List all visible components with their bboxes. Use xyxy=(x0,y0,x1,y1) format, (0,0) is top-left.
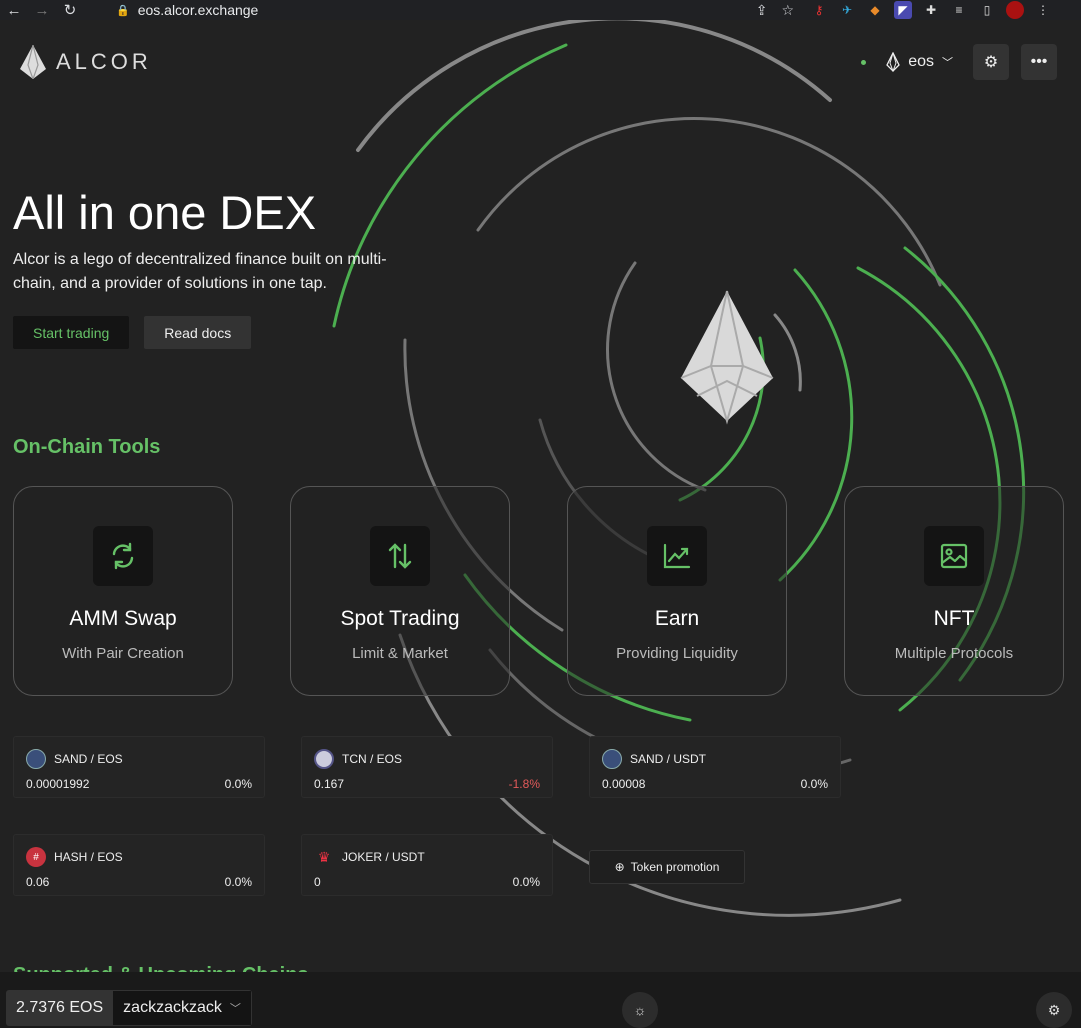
chevron-down-icon: ﹀ xyxy=(942,57,953,69)
token-promotion-label: Token promotion xyxy=(630,860,720,874)
forward-button[interactable]: → xyxy=(28,2,56,19)
account-selector[interactable]: zackzackzack ﹀ xyxy=(113,991,251,1025)
theme-toggle-button[interactable]: ☼ xyxy=(622,992,658,1028)
pair-name: JOKER / USDT xyxy=(342,850,425,864)
pair-price: 0 xyxy=(314,875,321,889)
token-promotion-button[interactable]: ⊕ Token promotion xyxy=(589,850,745,884)
logo-text: ALCOR xyxy=(56,49,152,74)
footer-settings-button[interactable]: ⚙ xyxy=(1036,992,1072,1028)
tool-card-amm-swap[interactable]: AMM Swap With Pair Creation xyxy=(13,486,233,696)
read-docs-button[interactable]: Read docs xyxy=(144,316,252,349)
tool-card-spot-trading[interactable]: Spot Trading Limit & Market xyxy=(290,486,510,696)
swap-icon xyxy=(93,526,153,586)
extensions: ⚷ ✈ ◆ ◤ ✚ ≡ ▯ ⋮ xyxy=(810,0,1052,20)
browser-toolbar: ← → ↻ 🔒 eos.alcor.exchange ⇪ ☆ ⚷ ✈ ◆ ◤ ✚… xyxy=(0,0,1081,20)
tool-card-earn[interactable]: Earn Providing Liquidity xyxy=(567,486,787,696)
more-button[interactable]: ••• xyxy=(1021,44,1057,80)
url-text: eos.alcor.exchange xyxy=(137,2,259,18)
pair-card-tcn-eos[interactable]: TCN / EOS 0.167 -1.8% xyxy=(301,736,553,798)
hero-title: All in one DEX xyxy=(13,186,317,239)
gear-icon: ⚙ xyxy=(1047,1001,1061,1018)
page: ALCOR eos ﹀ ⚙ ••• All in one DEX Alcor i… xyxy=(0,20,1081,1028)
pair-name: HASH / EOS xyxy=(54,850,123,864)
wallet-balance: 2.7376 EOS xyxy=(16,999,104,1016)
connection-status-dot xyxy=(861,59,867,65)
settings-button[interactable]: ⚙ xyxy=(973,44,1009,80)
extension-anchor-icon[interactable]: ◤ xyxy=(894,1,912,19)
hero-actions: Start trading Read docs xyxy=(13,316,252,349)
gear-icon: ⚙ xyxy=(983,54,999,71)
more-dots-icon: ••• xyxy=(1030,53,1048,70)
pair-change: 0.0% xyxy=(224,777,252,791)
tool-card-nft[interactable]: NFT Multiple Protocols xyxy=(844,486,1064,696)
side-panel-icon[interactable]: ▯ xyxy=(978,1,996,19)
arrows-updown-icon xyxy=(370,526,430,586)
pair-price: 0.00001992 xyxy=(26,777,90,791)
chevron-down-icon: ﹀ xyxy=(229,1003,241,1015)
tcn-token-icon xyxy=(314,749,334,769)
pair-change: -1.8% xyxy=(508,777,540,791)
hash-token-icon: # xyxy=(26,847,46,867)
tool-name: Spot Trading xyxy=(340,607,460,630)
tools-list: AMM Swap With Pair Creation Spot Trading… xyxy=(13,486,1064,696)
reload-button[interactable]: ↻ xyxy=(56,1,84,19)
tool-name: AMM Swap xyxy=(69,607,177,630)
lock-icon: 🔒 xyxy=(116,4,130,17)
pair-name: TCN / EOS xyxy=(342,752,403,766)
pair-card-sand-usdt[interactable]: SAND / USDT 0.00008 0.0% xyxy=(589,736,841,798)
pair-card-hash-eos[interactable]: # HASH / EOS 0.06 0.0% xyxy=(13,834,265,896)
start-trading-button[interactable]: Start trading xyxy=(13,316,130,349)
eos-icon xyxy=(886,52,900,72)
tool-name: NFT xyxy=(933,607,975,630)
alcor-logo[interactable]: ALCOR xyxy=(20,45,152,79)
on-chain-tools-title: On-Chain Tools xyxy=(13,436,161,458)
tool-desc: Multiple Protocols xyxy=(894,645,1014,662)
bookmark-star-icon[interactable]: ☆ xyxy=(781,2,794,19)
pair-name: SAND / USDT xyxy=(630,752,707,766)
chart-up-icon xyxy=(647,526,707,586)
pair-card-sand-eos[interactable]: SAND / EOS 0.00001992 0.0% xyxy=(13,736,265,798)
alcor-logo-icon xyxy=(20,45,46,79)
pair-price: 0.00008 xyxy=(602,777,646,791)
account-name: zackzackzack xyxy=(123,999,222,1016)
pair-change: 0.0% xyxy=(800,777,828,791)
browser-menu-icon[interactable]: ⋮ xyxy=(1034,1,1052,19)
sand-token-icon xyxy=(26,749,46,769)
hero-subtitle: Alcor is a lego of decentralized finance… xyxy=(13,251,387,292)
footer-bar: 2.7376 EOS zackzackzack ﹀ ☼ ⚙ xyxy=(0,972,1081,1028)
extension-key-icon[interactable]: ⚷ xyxy=(810,1,828,19)
media-playlist-icon[interactable]: ≡ xyxy=(950,1,968,19)
profile-avatar[interactable] xyxy=(1006,1,1024,19)
pair-name: SAND / EOS xyxy=(54,752,123,766)
joker-token-icon: ♛ xyxy=(317,848,331,865)
back-button[interactable]: ← xyxy=(0,2,28,19)
pair-change: 0.0% xyxy=(224,875,252,889)
network-selector[interactable]: eos ﹀ xyxy=(878,44,961,80)
plus-circle-icon: ⊕ xyxy=(614,860,625,874)
share-icon[interactable]: ⇪ xyxy=(756,2,768,19)
pair-price: 0.06 xyxy=(26,875,50,889)
tool-desc: Providing Liquidity xyxy=(616,645,738,662)
tool-desc: Limit & Market xyxy=(352,645,448,662)
header-controls: eos ﹀ ⚙ ••• xyxy=(861,44,1057,80)
sun-icon: ☼ xyxy=(633,1002,647,1018)
extensions-puzzle-icon[interactable]: ✚ xyxy=(922,1,940,19)
pair-change: 0.0% xyxy=(512,875,540,889)
pair-price: 0.167 xyxy=(314,777,345,791)
address-bar[interactable]: 🔒 eos.alcor.exchange ⇪ ☆ xyxy=(104,0,794,20)
image-icon xyxy=(924,526,984,586)
extension-wallet-icon[interactable]: ✈ xyxy=(838,1,856,19)
tool-desc: With Pair Creation xyxy=(62,645,184,662)
wallet-widget: 2.7376 EOS zackzackzack ﹀ xyxy=(6,990,252,1026)
tool-name: Earn xyxy=(654,607,700,630)
sand-token-icon xyxy=(602,749,622,769)
network-name: eos xyxy=(908,53,934,70)
pair-card-joker-usdt[interactable]: ♛ JOKER / USDT 0 0.0% xyxy=(301,834,553,896)
metamask-fox-icon[interactable]: ◆ xyxy=(866,1,884,19)
